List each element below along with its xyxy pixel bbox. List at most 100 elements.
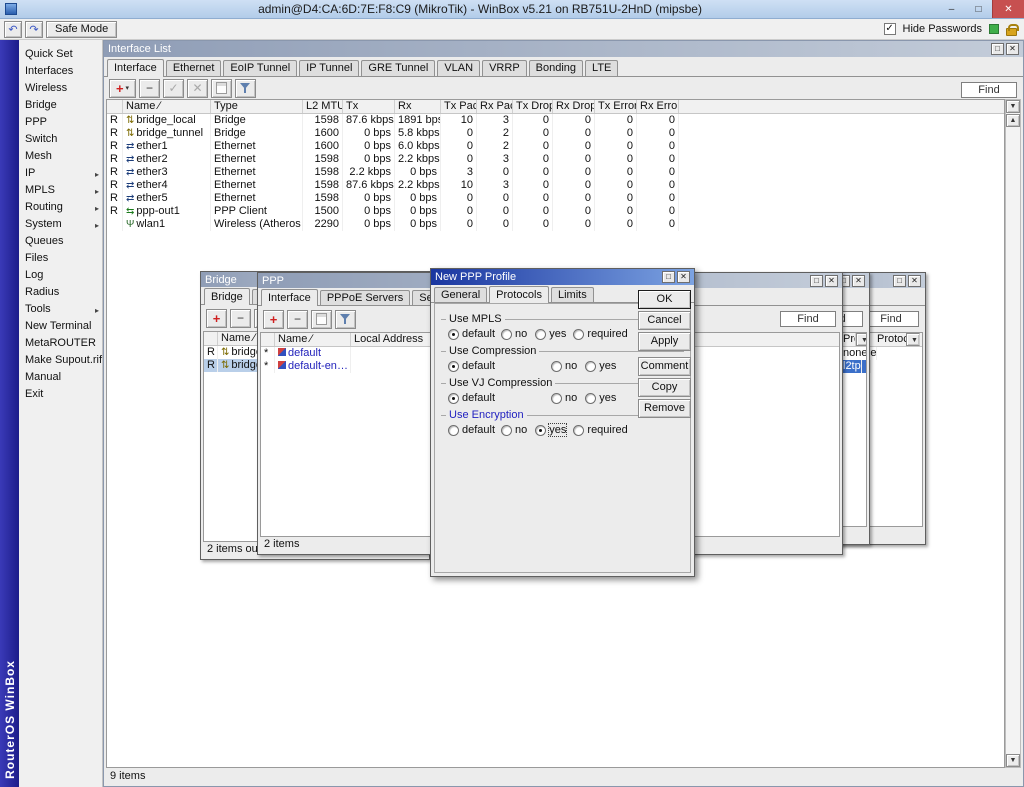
close-button[interactable]: ✕: [992, 0, 1024, 18]
sidebar-item-queues[interactable]: Queues: [19, 233, 102, 250]
radio-default[interactable]: default: [448, 392, 495, 404]
radio-yes[interactable]: yes: [585, 392, 616, 404]
close-icon[interactable]: ✕: [852, 275, 865, 287]
col-tx[interactable]: Tx: [343, 100, 395, 113]
dialog-titlebar[interactable]: New PPP Profile □ ✕: [431, 269, 694, 285]
table-row[interactable]: R ⇄ether2 Ethernet 1598 0 bps 2.2 kbps 0…: [107, 153, 1004, 166]
radio-yes-selected[interactable]: yes: [535, 424, 566, 436]
radio-no[interactable]: no: [501, 424, 527, 436]
col-rx-drops[interactable]: Rx Drops: [553, 100, 595, 113]
tab-interface[interactable]: Interface: [107, 59, 164, 77]
tab-ip-tunnel[interactable]: IP Tunnel: [299, 60, 359, 76]
add-ppp-button[interactable]: +: [263, 310, 284, 329]
redo-button[interactable]: ↷: [25, 21, 43, 38]
table-row[interactable]: R ⇅bridge_tunnel Bridge 1600 0 bps 5.8 k…: [107, 127, 1004, 140]
table-row[interactable]: Ψwlan1 Wireless (Atheros 11N) 2290 0 bps…: [107, 218, 1004, 231]
remove-button[interactable]: −: [139, 79, 160, 98]
find-box[interactable]: Find: [863, 311, 919, 327]
table-row[interactable]: R ⇄ether4 Ethernet 1598 87.6 kbps 2.2 kb…: [107, 179, 1004, 192]
radio-default[interactable]: default: [448, 424, 495, 436]
remove-button[interactable]: Remove: [638, 399, 691, 418]
find-box[interactable]: Find: [780, 311, 836, 327]
sidebar-item-bridge[interactable]: Bridge: [19, 97, 102, 114]
col-name[interactable]: Name ∕: [123, 100, 211, 113]
tab-vlan[interactable]: VLAN: [437, 60, 480, 76]
sidebar-item-make-supout[interactable]: Make Supout.rif: [19, 352, 102, 369]
radio-yes[interactable]: yes: [585, 360, 616, 372]
sidebar-item-files[interactable]: Files: [19, 250, 102, 267]
ok-button[interactable]: OK: [638, 290, 691, 309]
tab-lte[interactable]: LTE: [585, 60, 618, 76]
sidebar-item-system[interactable]: System▸: [19, 216, 102, 233]
sidebar-item-interfaces[interactable]: Interfaces: [19, 63, 102, 80]
interface-list-titlebar[interactable]: Interface List □ ✕: [104, 41, 1023, 57]
restore-icon[interactable]: □: [893, 275, 906, 287]
tab-vrrp[interactable]: VRRP: [482, 60, 527, 76]
radio-yes[interactable]: yes: [535, 328, 566, 340]
col-rx-errors[interactable]: Rx Errors: [637, 100, 679, 113]
minimize-button[interactable]: –: [938, 0, 965, 18]
filter-button[interactable]: [335, 310, 356, 329]
restore-icon[interactable]: □: [991, 43, 1004, 55]
sidebar-item-manual[interactable]: Manual: [19, 369, 102, 386]
sidebar-item-exit[interactable]: Exit: [19, 386, 102, 403]
sidebar-item-ppp[interactable]: PPP: [19, 114, 102, 131]
close-icon[interactable]: ✕: [908, 275, 921, 287]
filter-button[interactable]: [235, 79, 256, 98]
sidebar-item-metarouter[interactable]: MetaROUTER: [19, 335, 102, 352]
col-rx-packet[interactable]: Rx Pac...: [477, 100, 513, 113]
remove-button[interactable]: −: [230, 309, 251, 328]
table-row[interactable]: R ⇄ether3 Ethernet 1598 2.2 kbps 0 bps 3…: [107, 166, 1004, 179]
copy-button[interactable]: Copy: [638, 378, 691, 397]
cancel-button[interactable]: Cancel: [638, 311, 691, 330]
table-row[interactable]: R ⇄ether1 Ethernet 1600 0 bps 6.0 kbps 0…: [107, 140, 1004, 153]
enable-button[interactable]: ✓: [163, 79, 184, 98]
sidebar-item-new-terminal[interactable]: New Terminal: [19, 318, 102, 335]
table-row[interactable]: R ⇄ether5 Ethernet 1598 0 bps 0 bps 0 0 …: [107, 192, 1004, 205]
col-tx-packet[interactable]: Tx Pac...: [441, 100, 477, 113]
col-name[interactable]: Name ∕: [275, 333, 351, 346]
tab-bridge[interactable]: Bridge: [204, 288, 250, 305]
maximize-button[interactable]: □: [965, 0, 992, 18]
restore-icon[interactable]: □: [810, 275, 823, 287]
sidebar-item-ip[interactable]: IP▸: [19, 165, 102, 182]
safe-mode-button[interactable]: Safe Mode: [46, 21, 117, 38]
tab-ppp-interface[interactable]: Interface: [261, 289, 318, 306]
col-local-address[interactable]: Local Address: [351, 333, 431, 346]
scroll-up-icon[interactable]: ▲: [1006, 114, 1020, 127]
restore-icon[interactable]: □: [662, 271, 675, 283]
tab-limits[interactable]: Limits: [551, 287, 594, 302]
remove-button[interactable]: −: [287, 310, 308, 329]
column-selector-icon[interactable]: ▼: [856, 333, 867, 346]
add-interface-button[interactable]: +▾: [109, 79, 136, 98]
sidebar-item-switch[interactable]: Switch: [19, 131, 102, 148]
sidebar-item-wireless[interactable]: Wireless: [19, 80, 102, 97]
apply-button[interactable]: Apply: [638, 332, 691, 351]
sidebar-item-mesh[interactable]: Mesh: [19, 148, 102, 165]
comment-button[interactable]: Comment: [638, 357, 691, 376]
comment-button[interactable]: [311, 310, 332, 329]
tab-bonding[interactable]: Bonding: [529, 60, 583, 76]
scroll-down-icon[interactable]: ▼: [1006, 754, 1020, 767]
vertical-scrollbar[interactable]: ▼ ▲ ▼: [1005, 99, 1021, 768]
sidebar-item-quick-set[interactable]: Quick Set: [19, 46, 102, 63]
radio-required[interactable]: required: [573, 328, 627, 340]
radio-no[interactable]: no: [501, 328, 527, 340]
column-selector-icon[interactable]: ▼: [906, 333, 920, 346]
add-bridge-button[interactable]: +: [206, 309, 227, 328]
undo-button[interactable]: ↶: [4, 21, 22, 38]
sidebar-item-routing[interactable]: Routing▸: [19, 199, 102, 216]
close-icon[interactable]: ✕: [1006, 43, 1019, 55]
tab-general[interactable]: General: [434, 287, 487, 302]
sidebar-item-log[interactable]: Log: [19, 267, 102, 284]
comment-button[interactable]: [211, 79, 232, 98]
col-l2mtu[interactable]: L2 MTU: [303, 100, 343, 113]
column-selector-icon[interactable]: ▼: [1006, 100, 1020, 113]
table-row[interactable]: R ⇅bridge_local Bridge 1598 87.6 kbps 18…: [107, 114, 1004, 127]
tab-pppoe-servers[interactable]: PPPoE Servers: [320, 290, 410, 305]
radio-required[interactable]: required: [573, 424, 627, 436]
tab-gre-tunnel[interactable]: GRE Tunnel: [361, 60, 435, 76]
table-row[interactable]: R ⇆ppp-out1 PPP Client 1500 0 bps 0 bps …: [107, 205, 1004, 218]
tab-ethernet[interactable]: Ethernet: [166, 60, 222, 76]
sidebar-item-mpls[interactable]: MPLS▸: [19, 182, 102, 199]
